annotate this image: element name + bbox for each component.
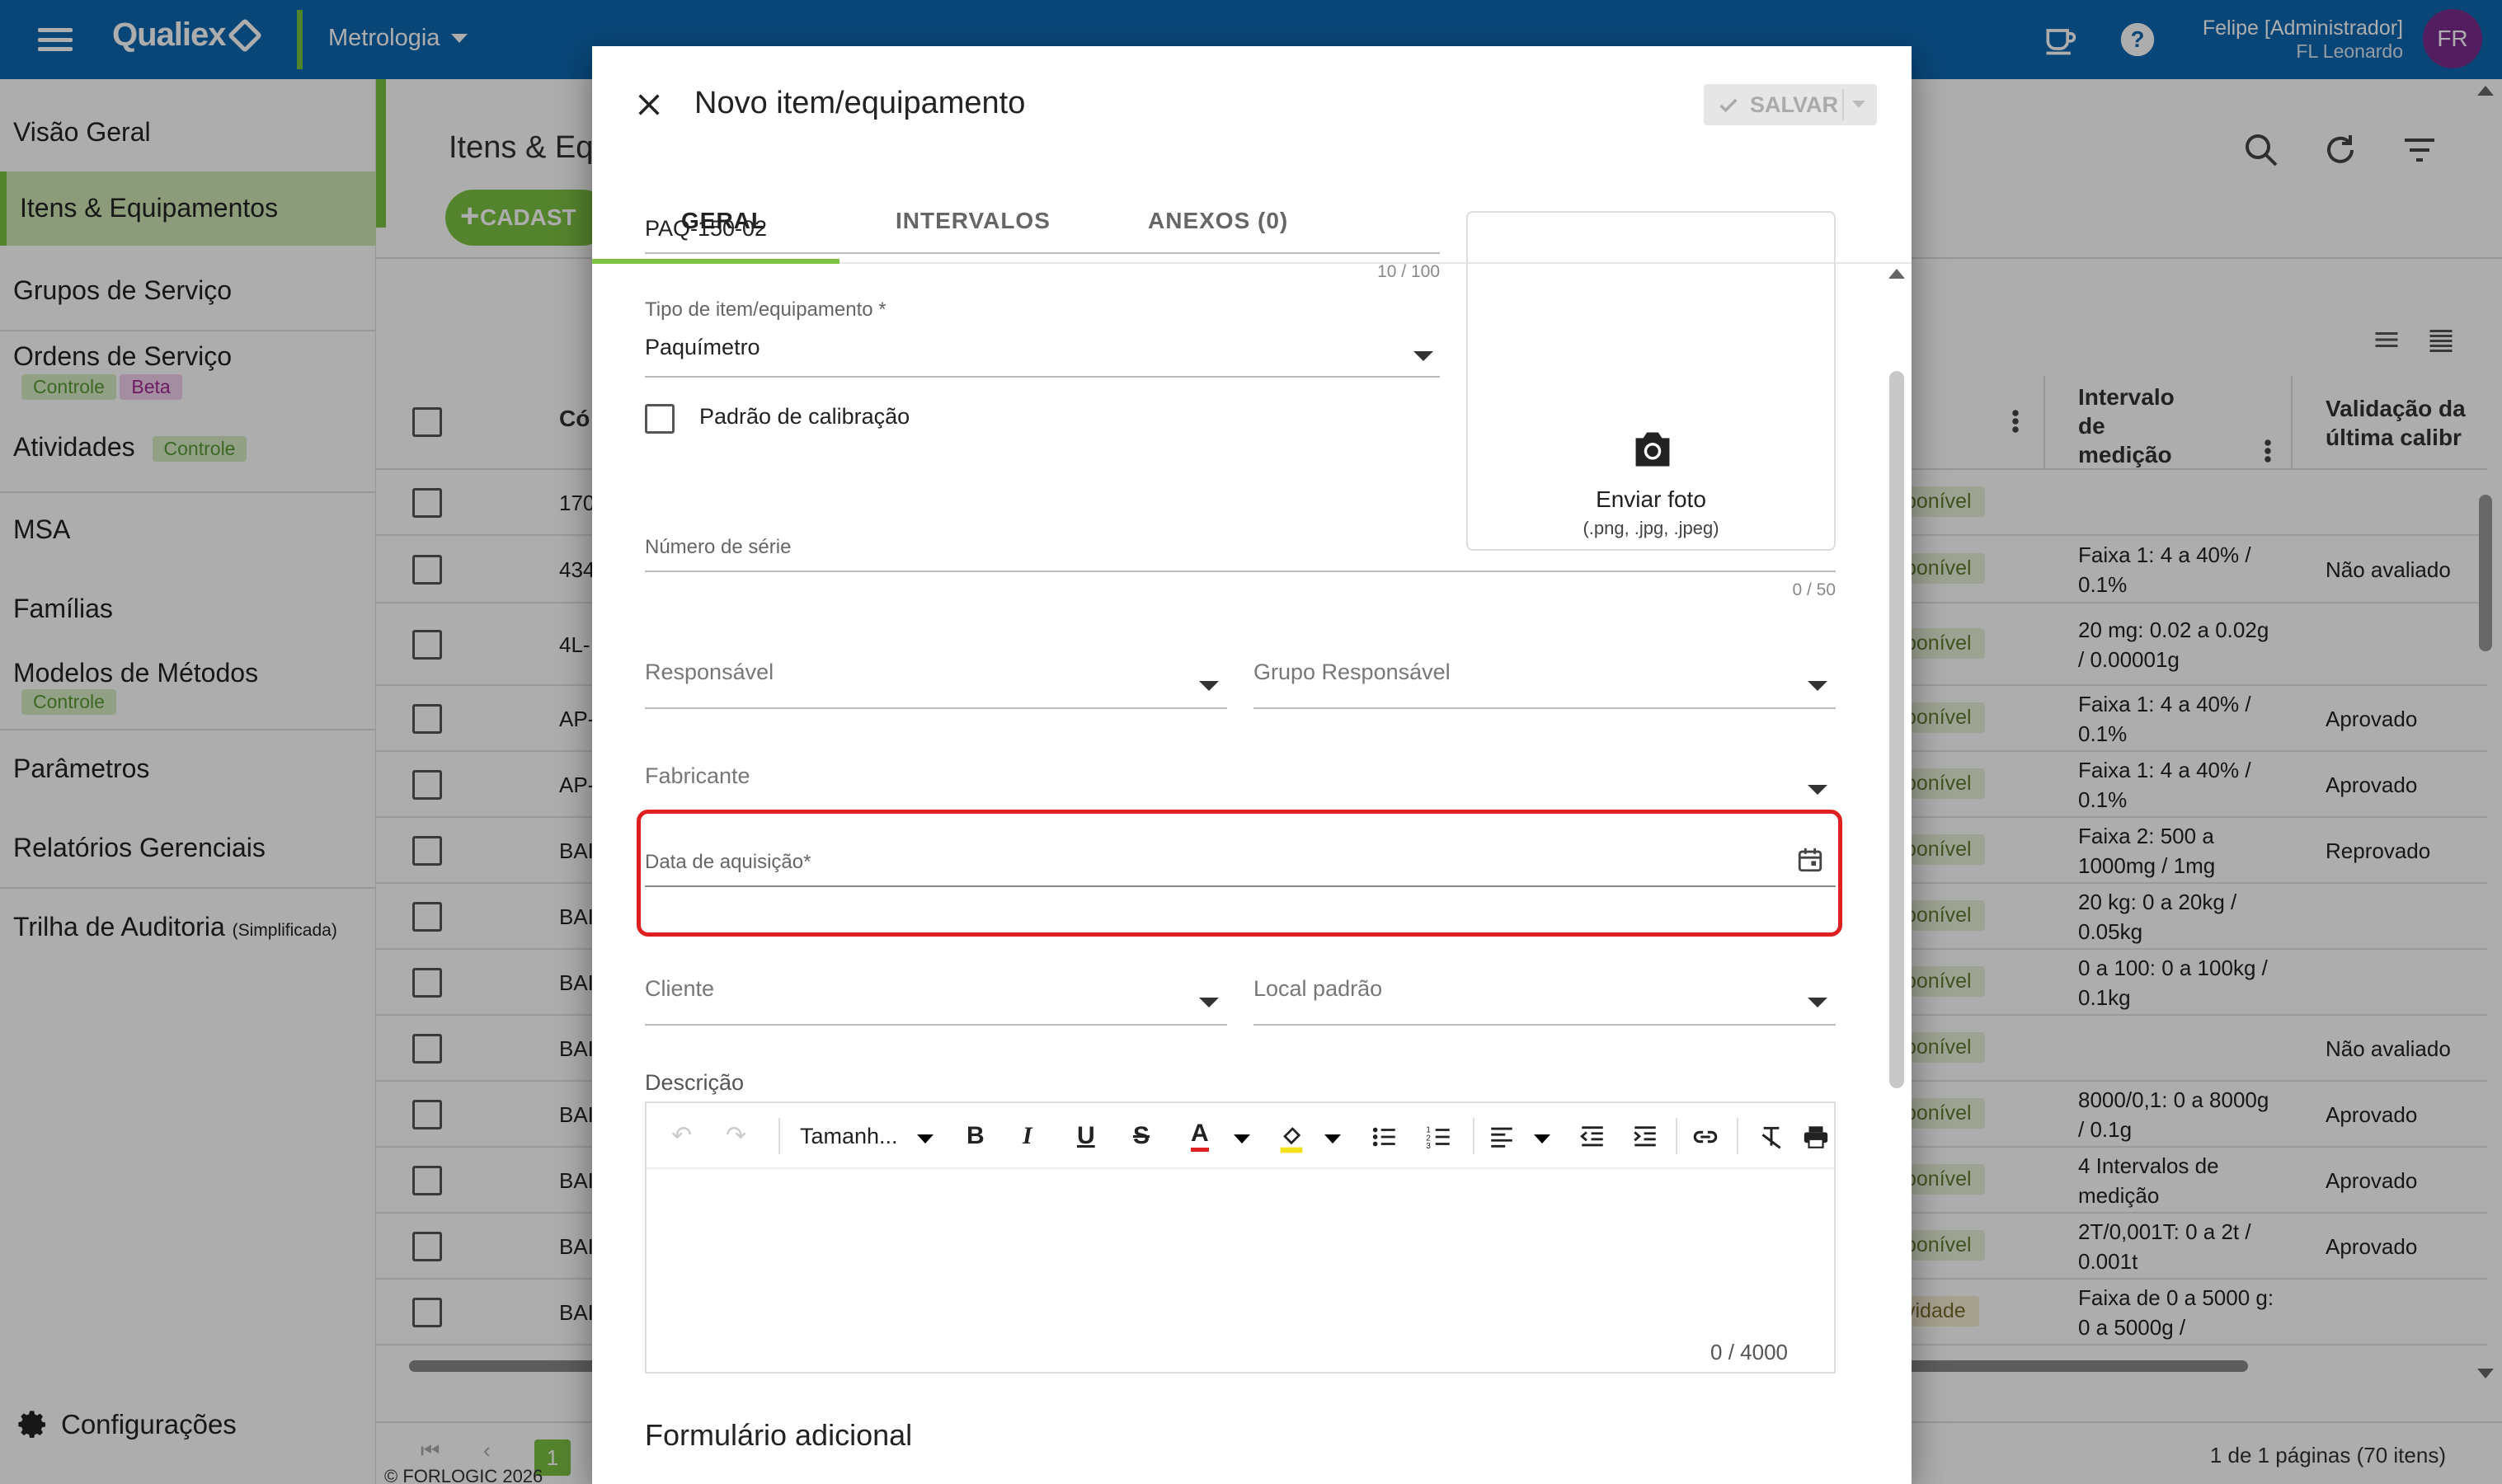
type-select[interactable]: Paquímetro bbox=[645, 335, 760, 360]
italic-icon[interactable]: I bbox=[1023, 1120, 1032, 1153]
chevron-down-icon[interactable] bbox=[1199, 681, 1219, 691]
dialog-scrollbar[interactable] bbox=[1887, 264, 1907, 1484]
code-field[interactable]: PAQ-150-02 bbox=[645, 216, 767, 242]
new-item-dialog: Novo item/equipamento SALVAR GERAL INTER… bbox=[592, 46, 1912, 1484]
tab-attachments[interactable]: ANEXOS (0) bbox=[1148, 208, 1288, 234]
font-size-select[interactable]: Tamanh... bbox=[800, 1120, 898, 1153]
clear-format-icon[interactable] bbox=[1758, 1123, 1785, 1151]
additional-form-title: Formulário adicional bbox=[645, 1418, 913, 1452]
manufacturer-select[interactable]: Fabricante bbox=[645, 763, 750, 789]
chevron-down-icon[interactable] bbox=[1324, 1134, 1341, 1144]
calibration-standard-checkbox[interactable] bbox=[645, 404, 675, 434]
numbered-list-icon[interactable]: 123 bbox=[1425, 1123, 1453, 1151]
chevron-down-icon[interactable] bbox=[1808, 681, 1827, 691]
align-icon[interactable] bbox=[1488, 1123, 1516, 1151]
calibration-standard-label[interactable]: Padrão de calibração bbox=[699, 404, 910, 430]
chevron-down-icon[interactable] bbox=[1234, 1134, 1250, 1144]
photo-upload[interactable]: Enviar foto (.png, .jpg, .jpeg) bbox=[1466, 211, 1836, 551]
svg-text:3: 3 bbox=[1426, 1142, 1431, 1151]
client-select[interactable]: Cliente bbox=[645, 976, 714, 1002]
bullet-list-icon[interactable] bbox=[1371, 1123, 1399, 1151]
photo-upload-label: Enviar foto bbox=[1596, 486, 1706, 512]
serial-number-field[interactable]: Número de série bbox=[645, 536, 791, 559]
bold-icon[interactable]: B bbox=[966, 1120, 985, 1153]
responsible-select[interactable]: Responsável bbox=[645, 660, 774, 685]
redo-icon[interactable]: ↷ bbox=[726, 1120, 746, 1153]
outdent-icon[interactable] bbox=[1578, 1123, 1606, 1151]
responsible-group-select[interactable]: Grupo Responsável bbox=[1253, 660, 1451, 685]
photo-formats: (.png, .jpg, .jpeg) bbox=[1583, 518, 1719, 538]
check-icon bbox=[1719, 98, 1738, 112]
calendar-icon[interactable] bbox=[1796, 846, 1824, 874]
chevron-down-icon[interactable] bbox=[1808, 785, 1827, 795]
underline-icon[interactable]: U bbox=[1077, 1120, 1095, 1153]
description-label: Descrição bbox=[645, 1070, 745, 1095]
highlight-box bbox=[637, 810, 1842, 937]
chevron-down-icon[interactable] bbox=[1808, 998, 1827, 1007]
save-button[interactable]: SALVAR bbox=[1704, 84, 1877, 125]
print-icon[interactable] bbox=[1801, 1123, 1831, 1151]
chevron-down-icon[interactable] bbox=[1199, 998, 1219, 1007]
strikethrough-icon[interactable]: S bbox=[1133, 1120, 1150, 1153]
close-icon[interactable] bbox=[635, 91, 663, 119]
tab-intervals[interactable]: INTERVALOS bbox=[896, 208, 1051, 234]
active-tab-indicator bbox=[592, 259, 839, 264]
default-location-select[interactable]: Local padrão bbox=[1253, 976, 1382, 1002]
serial-counter: 0 / 50 bbox=[1792, 580, 1836, 599]
code-counter: 10 / 100 bbox=[1377, 262, 1440, 281]
type-label: Tipo de item/equipamento * bbox=[645, 298, 887, 321]
acquisition-date-field[interactable]: Data de aquisição* bbox=[645, 851, 811, 874]
highlight-color-icon[interactable] bbox=[1278, 1123, 1305, 1154]
indent-icon[interactable] bbox=[1631, 1123, 1659, 1151]
camera-icon bbox=[1635, 432, 1670, 467]
description-editor[interactable]: ↶ ↷ Tamanh... B I U S A 123 0 / 4000 bbox=[645, 1101, 1836, 1374]
editor-toolbar: ↶ ↷ Tamanh... B I U S A 123 bbox=[647, 1103, 1834, 1169]
chevron-down-icon[interactable] bbox=[1534, 1134, 1550, 1144]
chevron-down-icon[interactable] bbox=[1413, 351, 1433, 361]
description-counter: 0 / 4000 bbox=[1710, 1340, 1788, 1364]
undo-icon[interactable]: ↶ bbox=[671, 1120, 692, 1153]
chevron-down-icon[interactable] bbox=[917, 1134, 934, 1144]
dialog-title: Novo item/equipamento bbox=[694, 86, 1026, 120]
font-color-icon[interactable]: A bbox=[1191, 1120, 1209, 1152]
link-icon[interactable] bbox=[1691, 1123, 1720, 1151]
chevron-down-icon[interactable] bbox=[1852, 101, 1865, 108]
